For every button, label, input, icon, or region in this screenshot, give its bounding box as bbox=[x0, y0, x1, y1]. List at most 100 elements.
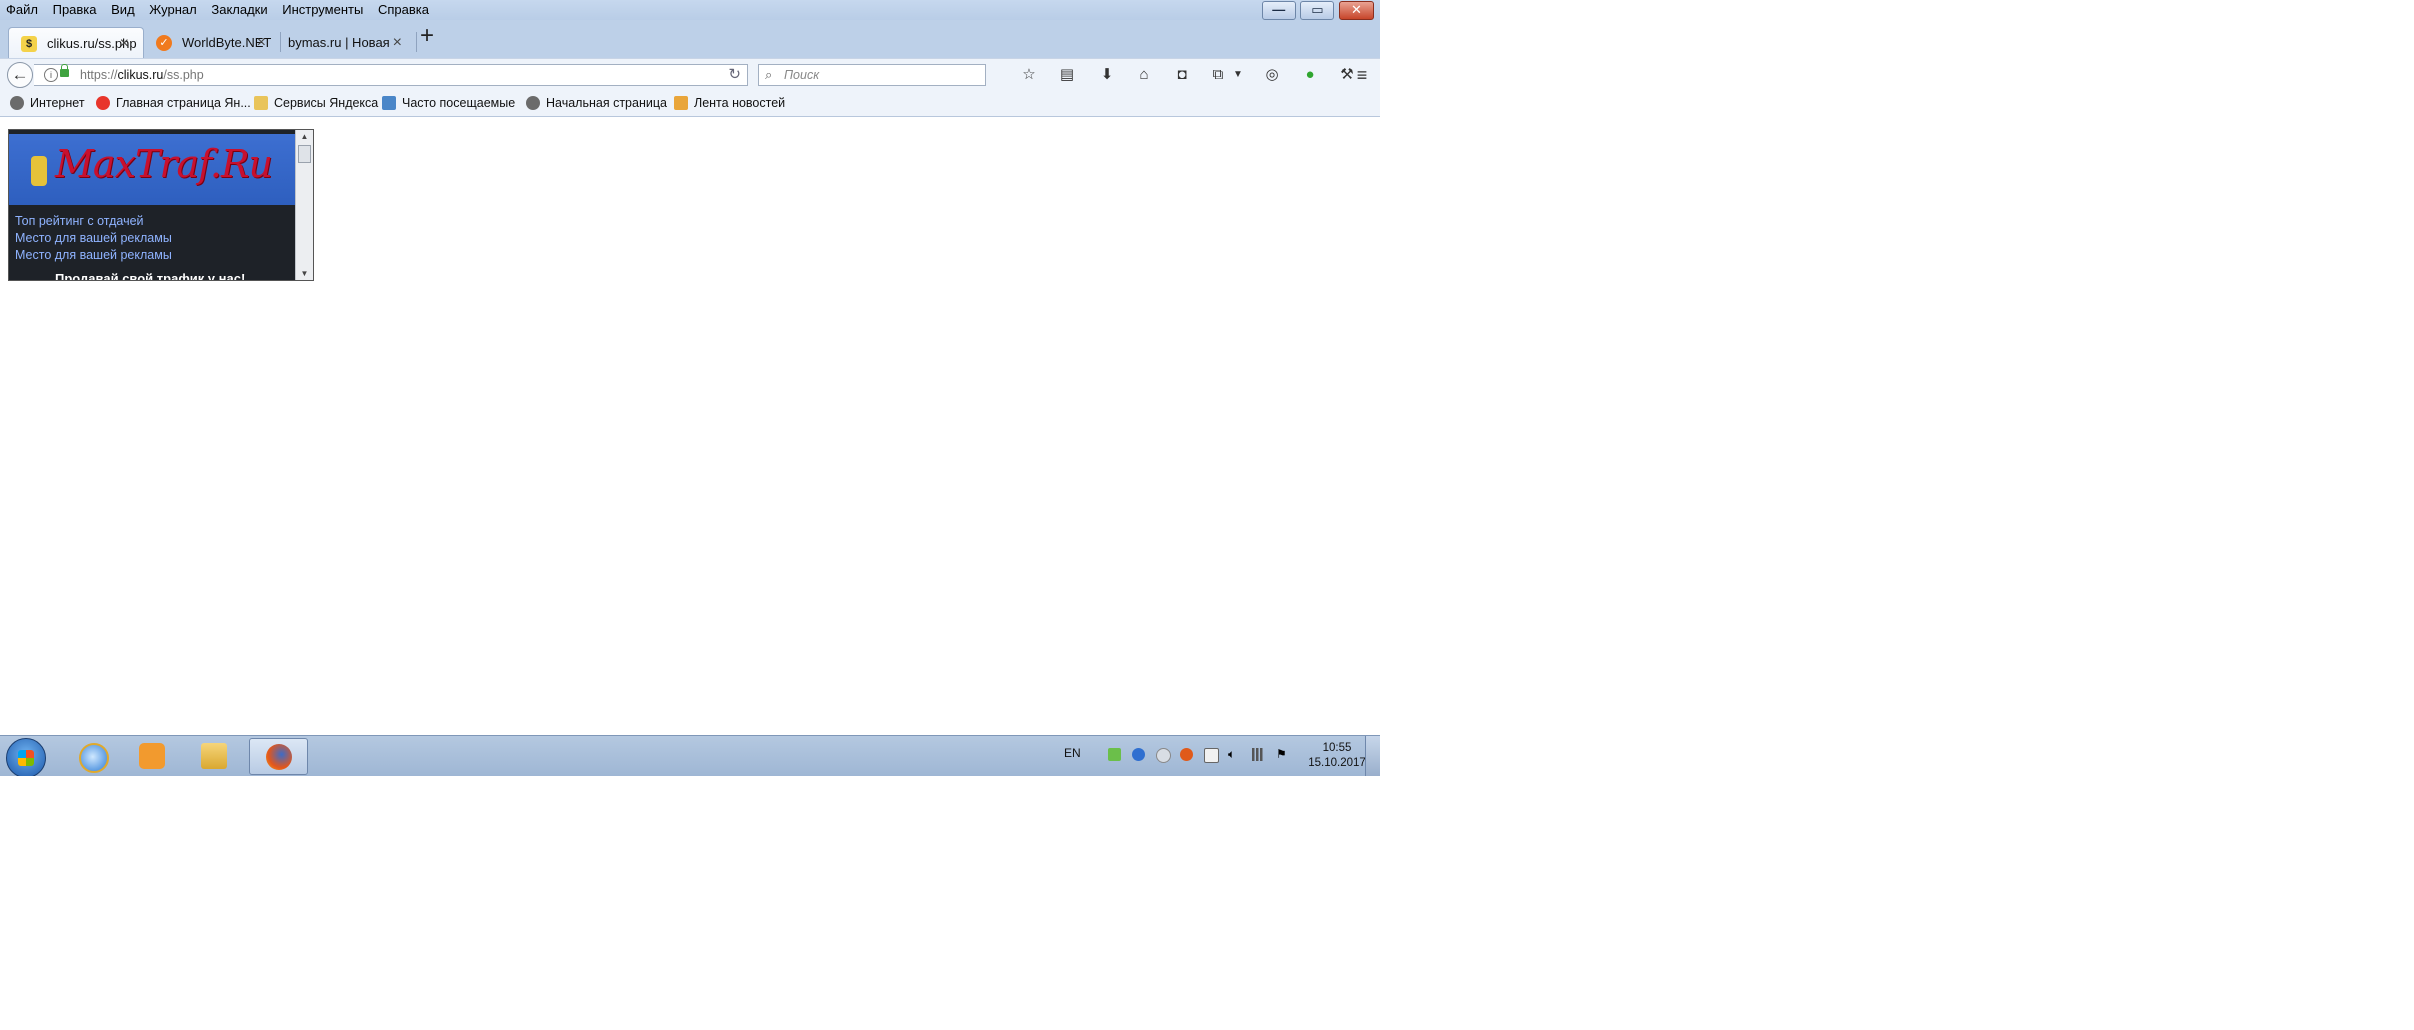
tab-close-icon[interactable]: × bbox=[257, 27, 266, 58]
new-tab-button[interactable]: + bbox=[420, 24, 434, 48]
bookmark-most-visited[interactable]: Часто посещаемые bbox=[382, 90, 515, 116]
maxtraf-banner[interactable]: MaxTraf.Ru bbox=[9, 134, 295, 205]
bookmark-internet[interactable]: Интернет bbox=[10, 90, 85, 116]
search-bar[interactable]: ⌕ Поиск bbox=[758, 64, 986, 86]
rss-folder-icon bbox=[674, 96, 688, 110]
bookmark-star-icon[interactable]: ☆ bbox=[1019, 65, 1039, 85]
menu-bookmarks[interactable]: Закладки bbox=[205, 0, 272, 20]
taskbar-media-player[interactable] bbox=[126, 738, 178, 775]
yandex-icon bbox=[96, 96, 110, 110]
bookmark-label: Главная страница Ян... bbox=[116, 96, 251, 110]
coin-icon bbox=[31, 156, 47, 186]
start-button[interactable] bbox=[6, 738, 46, 776]
media-player-icon bbox=[139, 743, 165, 769]
widget-cta-text[interactable]: Продавай свой трафик у нас! bbox=[55, 271, 245, 280]
widget-scrollbar[interactable]: ▲ ▼ bbox=[295, 130, 313, 280]
home-icon[interactable]: ⌂ bbox=[1134, 65, 1154, 85]
clock-time: 10:55 bbox=[1322, 742, 1352, 754]
bookmark-label: Лента новостей bbox=[694, 96, 786, 110]
navigation-toolbar: ← i https://clikus.ru/ss.php ↻ ⌕ Поиск ☆… bbox=[0, 58, 1380, 91]
tab-clikus[interactable]: $ clikus.ru/ss.php × bbox=[8, 27, 144, 58]
globe-addon-icon[interactable]: ◎ bbox=[1262, 65, 1282, 85]
chevron-down-icon[interactable]: ▼ bbox=[1228, 65, 1248, 85]
widget-link-ad-place[interactable]: Место для вашей рекламы bbox=[15, 231, 172, 245]
reload-icon[interactable]: ↻ bbox=[728, 65, 741, 85]
address-url[interactable]: https://clikus.ru/ss.php bbox=[80, 65, 204, 85]
back-button[interactable]: ← bbox=[7, 62, 33, 88]
bookmark-label: Сервисы Яндекса bbox=[274, 96, 379, 110]
menu-bar: Файл Правка Вид Журнал Закладки Инструме… bbox=[0, 0, 1380, 20]
globe-icon bbox=[526, 96, 540, 110]
menu-edit[interactable]: Правка bbox=[47, 0, 102, 20]
tab-separator bbox=[416, 32, 417, 52]
language-indicator[interactable]: EN bbox=[1064, 746, 1081, 760]
pocket-icon[interactable]: ◘ bbox=[1172, 65, 1192, 85]
maximize-button[interactable]: ▭ bbox=[1300, 1, 1335, 20]
green-addon-icon[interactable]: ● bbox=[1300, 65, 1320, 85]
system-tray: EN 🔈︎ ⚑ 10:55 15.10.2017 bbox=[1040, 736, 1370, 776]
synced-tabs-icon[interactable]: ⧉ bbox=[1208, 65, 1228, 85]
bookmark-yandex-home[interactable]: Главная страница Ян... bbox=[96, 90, 251, 116]
search-icon: ⌕ bbox=[765, 67, 773, 82]
folder-icon bbox=[254, 96, 268, 110]
tray-clipboard-icon[interactable] bbox=[1204, 748, 1219, 763]
address-bar[interactable]: i https://clikus.ru/ss.php ↻ bbox=[34, 64, 748, 86]
close-window-button[interactable]: ✕ bbox=[1339, 1, 1374, 20]
menu-tools[interactable]: Инструменты bbox=[276, 0, 368, 20]
show-desktop-button[interactable] bbox=[1365, 736, 1380, 776]
taskbar-ie[interactable] bbox=[66, 738, 118, 775]
tab-close-icon[interactable]: × bbox=[120, 28, 129, 59]
lock-icon bbox=[60, 64, 69, 77]
bookmark-label: Интернет bbox=[30, 96, 85, 110]
minimize-button[interactable]: — bbox=[1261, 1, 1296, 20]
tray-antivirus-icon[interactable] bbox=[1180, 748, 1193, 761]
close-icon: ✕ bbox=[1351, 2, 1362, 17]
taskbar-explorer[interactable] bbox=[188, 738, 240, 775]
widget-link-ad-place[interactable]: Место для вашей рекламы bbox=[15, 248, 172, 262]
downloads-icon[interactable]: ⬇ bbox=[1097, 65, 1117, 85]
tray-bluetooth-icon[interactable] bbox=[1132, 748, 1145, 761]
file-explorer-icon bbox=[201, 743, 227, 769]
internet-explorer-icon bbox=[79, 743, 109, 773]
minimize-icon: — bbox=[1272, 2, 1286, 17]
menu-view[interactable]: Вид bbox=[105, 0, 140, 20]
bookmark-news-feed[interactable]: Лента новостей bbox=[674, 90, 785, 116]
ad-widget-frame: MaxTraf.Ru Топ рейтинг с отдачей Место д… bbox=[8, 129, 314, 281]
bookmarks-library-icon[interactable]: ▤ bbox=[1057, 65, 1077, 85]
hamburger-menu-icon[interactable]: ≡ bbox=[1352, 65, 1372, 85]
bookmark-label: Начальная страница bbox=[546, 96, 667, 110]
clock-date: 15.10.2017 bbox=[1308, 757, 1366, 769]
menu-history[interactable]: Журнал bbox=[143, 0, 201, 20]
tab-bymas[interactable]: bymas.ru | Новая тема × bbox=[280, 27, 416, 81]
tab-close-icon[interactable]: × bbox=[393, 27, 402, 58]
widget-link-top-rating[interactable]: Топ рейтинг с отдачей bbox=[15, 214, 144, 228]
menu-file[interactable]: Файл bbox=[0, 0, 43, 20]
scroll-down-icon[interactable]: ▼ bbox=[296, 269, 313, 278]
worldbyte-favicon-icon: ✓ bbox=[156, 35, 172, 51]
url-scheme: https:// bbox=[80, 68, 118, 82]
windows-logo-icon bbox=[18, 750, 34, 766]
scroll-thumb[interactable] bbox=[298, 145, 311, 163]
search-placeholder: Поиск bbox=[784, 68, 820, 82]
taskbar-clock[interactable]: 10:55 15.10.2017 bbox=[1302, 741, 1372, 771]
site-info-icon[interactable]: i bbox=[44, 68, 58, 82]
globe-icon bbox=[10, 96, 24, 110]
desktop-screen: Файл Правка Вид Журнал Закладки Инструме… bbox=[0, 0, 1380, 776]
volume-icon[interactable]: 🔈︎ bbox=[1228, 748, 1241, 761]
taskbar-firefox[interactable] bbox=[249, 738, 308, 775]
network-signal-icon[interactable] bbox=[1252, 748, 1265, 761]
maxtraf-logo: MaxTraf.Ru bbox=[55, 142, 273, 186]
smart-folder-icon bbox=[382, 96, 396, 110]
bookmarks-toolbar: Интернет Главная страница Ян... Сервисы … bbox=[0, 90, 1380, 117]
tray-network-app-icon[interactable] bbox=[1156, 748, 1171, 763]
clikus-favicon-icon: $ bbox=[21, 36, 37, 52]
bookmark-start-page[interactable]: Начальная страница bbox=[526, 90, 667, 116]
firefox-icon bbox=[266, 744, 292, 770]
scroll-up-icon[interactable]: ▲ bbox=[296, 132, 313, 141]
tab-worldbyte[interactable]: ✓ WorldByte.NET × bbox=[144, 27, 280, 58]
action-center-flag-icon[interactable]: ⚑ bbox=[1276, 748, 1289, 761]
bookmark-yandex-services[interactable]: Сервисы Яндекса bbox=[254, 90, 378, 116]
bookmark-label: Часто посещаемые bbox=[402, 96, 516, 110]
menu-help[interactable]: Справка bbox=[372, 0, 434, 20]
tray-app-icon[interactable] bbox=[1108, 748, 1121, 761]
